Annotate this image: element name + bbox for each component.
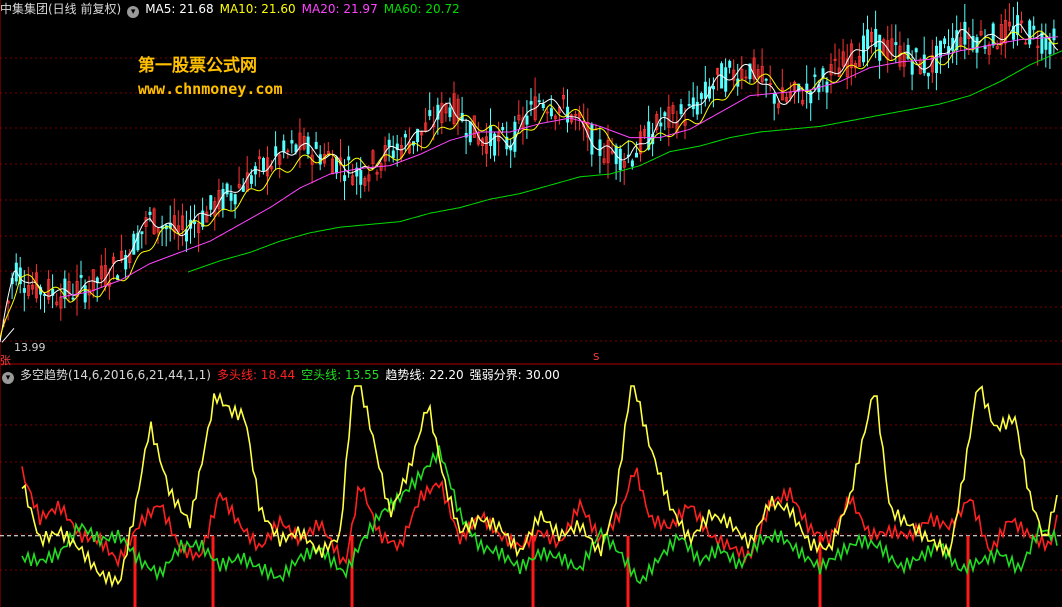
candle-body [314, 141, 318, 149]
candle-body [926, 72, 930, 77]
candle-body [1044, 37, 1048, 50]
s-marker: S [593, 352, 600, 363]
candle-body [687, 104, 691, 106]
candle-body [391, 150, 395, 158]
candle-body [225, 183, 229, 195]
candle-body [448, 107, 452, 118]
candle-body [764, 78, 768, 81]
candle-body [489, 125, 493, 146]
candle-body [691, 97, 695, 110]
candle-body [712, 86, 716, 90]
candle-body [699, 93, 703, 100]
candle-body [695, 101, 699, 115]
candle-body [728, 60, 732, 68]
candle-body [1032, 25, 1036, 30]
candle-body [549, 108, 553, 117]
candle-body [140, 231, 144, 235]
candle-body [663, 112, 667, 117]
candle-body [939, 40, 943, 58]
candle-body [943, 38, 947, 44]
low-price-label: 13.99 [14, 341, 46, 354]
candle-body [894, 42, 898, 45]
candle-body [249, 175, 253, 184]
candle-body [79, 274, 83, 278]
candle-body [659, 122, 663, 127]
candle-body [403, 133, 407, 138]
candle-body [233, 194, 237, 205]
candle-body [148, 211, 152, 215]
candle-body [590, 123, 594, 155]
candle-body [22, 288, 26, 293]
candle-body [71, 297, 75, 300]
candle-body [1048, 41, 1052, 55]
signal-bar [350, 535, 354, 607]
candle-body [209, 195, 213, 210]
candle-body [1028, 20, 1032, 45]
candle-body [347, 156, 351, 161]
candle-body [971, 36, 975, 49]
signal-bar [211, 535, 215, 607]
candle-body [874, 28, 878, 48]
candle-body [910, 61, 914, 75]
corner-marker: 张 [0, 354, 11, 367]
watermark-url: www.chnmoney.com [138, 80, 283, 98]
candle-body [679, 104, 683, 114]
candle-body [193, 221, 197, 225]
candle-body [318, 154, 322, 165]
candle-body [387, 139, 391, 148]
candle-body [229, 192, 233, 201]
candle-body [878, 34, 882, 61]
candle-body [290, 140, 294, 144]
candle-body [261, 157, 265, 171]
candle-body [83, 285, 87, 303]
candle-body [866, 29, 870, 49]
low-marker-arrow [1, 327, 15, 343]
signal-bar [531, 535, 535, 607]
candle-body [1052, 28, 1056, 41]
candle-body [635, 152, 639, 158]
candle-body [541, 103, 545, 108]
candle-body [274, 146, 278, 157]
candle-body [825, 81, 829, 93]
candle-body [537, 100, 541, 103]
candle-body [359, 170, 363, 185]
candle-body [922, 54, 926, 74]
candle-body [221, 188, 225, 210]
candle-body [598, 139, 602, 156]
candle-body [306, 136, 310, 155]
ma-line-ma10 [0, 30, 1059, 338]
candle-body [343, 175, 347, 182]
candle-body [282, 140, 286, 153]
candle-body [772, 93, 776, 104]
watermark-site-name: 第一股票公式网 [138, 56, 257, 76]
candle-body [813, 74, 817, 77]
candle-body [428, 110, 432, 117]
signal-bar [626, 535, 630, 607]
candle-body [1040, 32, 1044, 54]
signal-bar [133, 535, 137, 607]
indicator-lines [0, 385, 1062, 607]
candle-body [703, 81, 707, 99]
candle-body [501, 127, 505, 131]
candle-body [630, 160, 634, 167]
candle-body [963, 21, 967, 45]
candle-body [914, 48, 918, 53]
candle-body [468, 121, 472, 143]
candle-body [862, 35, 866, 63]
candle-body [525, 115, 529, 125]
candle-body [529, 101, 533, 105]
